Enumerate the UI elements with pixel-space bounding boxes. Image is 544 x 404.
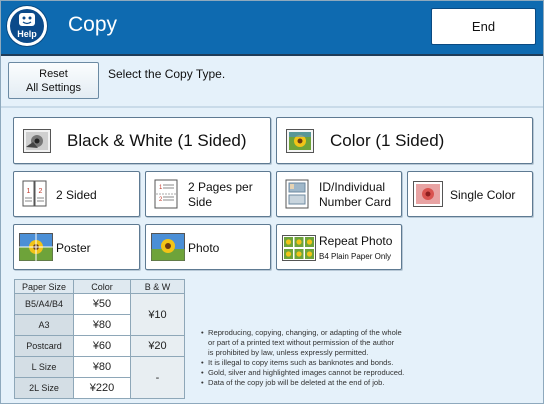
bw-price-cell: ¥20 <box>130 335 185 357</box>
two-pages-label-line2: Side <box>188 195 213 209</box>
color-price-cell: ¥50 <box>73 293 131 315</box>
poster-button[interactable]: Poster <box>13 224 140 270</box>
color-price-cell: ¥220 <box>73 377 131 399</box>
two-sided-button[interactable]: 1 2 2 Sided <box>13 171 140 217</box>
two-pages-label-line1: 2 Pages per <box>188 180 253 194</box>
divider <box>0 106 544 108</box>
table-row: B5/A4/B4 ¥50 ¥10 <box>14 293 185 336</box>
repeat-photo-subtitle: B4 Plain Paper Only <box>319 252 392 261</box>
note-item: Gold, silver and highlighted images cann… <box>201 368 531 378</box>
size-cell: A3 <box>14 314 74 336</box>
id-card-label: ID/Individual Number Card <box>319 180 391 210</box>
table-row: L Size ¥80 - <box>14 356 185 399</box>
poster-icon <box>19 233 53 261</box>
price-table: Paper Size Color B & W B5/A4/B4 ¥50 ¥10 … <box>14 279 185 399</box>
size-cell: Postcard <box>14 335 74 357</box>
id-card-button[interactable]: ID/Individual Number Card <box>276 171 402 217</box>
photo-button[interactable]: Photo <box>145 224 271 270</box>
help-button[interactable]: Help <box>6 5 48 47</box>
bw-price-cell: - <box>130 356 185 399</box>
single-color-icon <box>413 181 443 207</box>
repeat-photo-button[interactable]: Repeat Photo B4 Plain Paper Only <box>276 224 402 270</box>
header-bw: B & W <box>130 279 185 294</box>
note-item: Reproducing, copying, changing, or adapt… <box>201 328 531 338</box>
note-item: Data of the copy job will be deleted at … <box>201 378 531 388</box>
id-card-label-line2: Number Card <box>319 195 392 209</box>
id-card-label-line1: ID/Individual <box>319 180 386 194</box>
poster-label: Poster <box>56 241 91 255</box>
bw-1-sided-button[interactable]: Black & White (1 Sided) <box>13 117 271 164</box>
color-photo-icon <box>286 129 314 153</box>
note-item-continued: is prohibited by law, unless expressly p… <box>208 348 369 357</box>
price-table-header: Paper Size Color B & W <box>14 279 185 294</box>
size-cell: B5/A4/B4 <box>14 293 74 315</box>
size-cell: L Size <box>14 356 74 378</box>
size-cell: 2L Size <box>14 377 74 399</box>
photo-label: Photo <box>188 241 220 255</box>
header-bar: Help Copy End <box>0 0 544 56</box>
reset-label-line1: Reset <box>39 68 68 80</box>
repeat-photo-title: Repeat Photo <box>319 234 393 248</box>
header-paper-size: Paper Size <box>14 279 74 294</box>
two-sided-label: 2 Sided <box>56 188 97 202</box>
color-1-sided-button[interactable]: Color (1 Sided) <box>276 117 533 164</box>
svg-text:2: 2 <box>39 188 43 195</box>
help-face-icon <box>19 13 35 26</box>
single-color-label: Single Color <box>450 188 516 202</box>
repeat-photo-icon <box>282 235 316 261</box>
note-item-continued: or part of a printed text without permis… <box>208 338 395 347</box>
id-card-icon <box>285 179 309 209</box>
bw-price-cell: ¥10 <box>130 293 185 336</box>
svg-text:1: 1 <box>27 188 31 195</box>
help-icon: Help <box>10 9 44 43</box>
color-price-cell: ¥60 <box>73 335 131 357</box>
legal-notes: Reproducing, copying, changing, or adapt… <box>201 328 531 388</box>
instruction-text: Select the Copy Type. <box>108 67 226 81</box>
two-pages-per-side-icon: 1 2 <box>154 179 178 209</box>
bw-1-sided-label: Black & White (1 Sided) <box>67 131 247 150</box>
help-label: Help <box>17 29 37 39</box>
repeat-photo-label: Repeat Photo B4 Plain Paper Only <box>319 234 392 264</box>
table-row: Postcard ¥60 ¥20 <box>14 335 185 357</box>
bw-photo-icon <box>23 129 51 153</box>
photo-icon <box>151 233 185 261</box>
end-button[interactable]: End <box>431 8 536 45</box>
single-color-button[interactable]: Single Color <box>407 171 533 217</box>
reset-label-line2: All Settings <box>25 82 82 94</box>
two-pages-per-side-button[interactable]: 1 2 2 Pages per Side <box>145 171 271 217</box>
note-item: It is illegal to copy items such as bank… <box>201 358 531 368</box>
color-price-cell: ¥80 <box>73 356 131 378</box>
two-pages-per-side-label: 2 Pages per Side <box>188 180 253 210</box>
two-sided-icon: 1 2 <box>22 180 47 207</box>
page-title: Copy <box>68 13 118 36</box>
reset-all-settings-button[interactable]: Reset All Settings <box>8 62 99 99</box>
color-1-sided-label: Color (1 Sided) <box>330 131 445 150</box>
header-color: Color <box>73 279 131 294</box>
color-price-cell: ¥80 <box>73 314 131 336</box>
